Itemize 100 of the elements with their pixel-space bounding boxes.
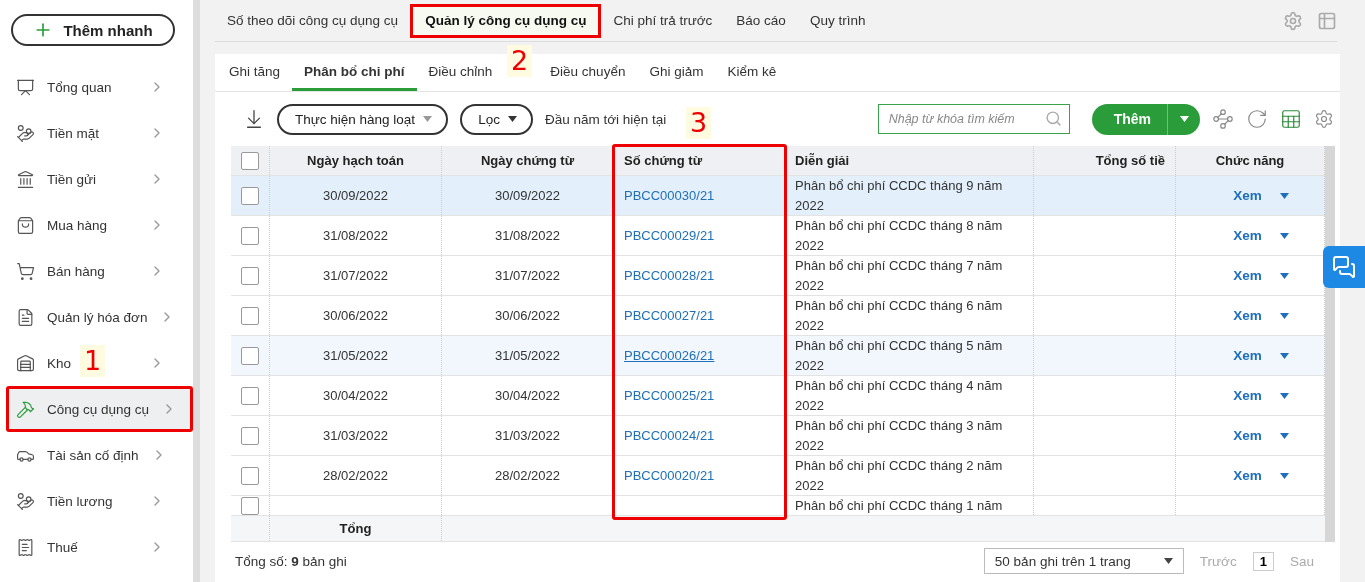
record-count: Tổng số: 9 bản ghi (235, 553, 347, 569)
settings-icon[interactable] (1283, 10, 1303, 31)
view-button[interactable]: Xem (1227, 267, 1295, 284)
table-row[interactable]: 30/09/2022 30/09/2022 PBCC00030/21 Phân bổ chi phí CCDC tháng 9 năm 2022 Xem (231, 176, 1325, 216)
spreadsheet-icon[interactable] (1280, 108, 1302, 130)
row-checkbox[interactable] (241, 496, 259, 515)
view-button[interactable]: Xem (1227, 307, 1295, 324)
presentation-board-icon (16, 77, 35, 97)
column-header: Diễn giải (795, 153, 850, 168)
view-button[interactable]: Xem (1227, 187, 1295, 204)
tab[interactable]: Quy trình (797, 3, 878, 38)
bank-icon (16, 169, 35, 189)
table-cell: 31/05/2022 (494, 348, 561, 363)
sidebar-item[interactable]: Mua hàng (47, 217, 108, 233)
table-cell-text: Phân bổ chi phí CCDC tháng 7 năm 2022 (795, 256, 1004, 295)
row-checkbox[interactable] (241, 466, 259, 485)
document-number-link[interactable]: PBCC00029/21 (624, 228, 715, 243)
row-checkbox[interactable] (241, 266, 259, 285)
document-number-link[interactable]: PBCC00020/21 (624, 468, 715, 483)
tab[interactable]: Quản lý công cụ dụng cụ (410, 3, 602, 38)
sidebar-item[interactable]: Tiền mặt (47, 125, 100, 141)
table-cell-text: Phân bổ chi phí CCDC tháng 6 năm 2022 (795, 296, 1004, 335)
column-header: Ngày chứng từ (480, 153, 575, 168)
table-row[interactable]: 30/04/2022 30/04/2022 PBCC00025/21 Phân bổ chi phí CCDC tháng 4 năm 2022 Xem (231, 376, 1325, 416)
view-button[interactable]: Xem (1227, 347, 1295, 364)
search-field[interactable]: Nhập từ khóa tìm kiếm (877, 104, 1070, 134)
document-number-link[interactable]: PBCC00024/21 (624, 428, 715, 443)
bulk-action-dropdown[interactable]: Thực hiện hàng loạt (277, 103, 449, 135)
table-cell: 30/06/2022 (322, 308, 389, 323)
chat-button[interactable] (1323, 246, 1365, 288)
filter-dropdown[interactable]: Lọc (460, 103, 533, 135)
document-number-link[interactable]: PBCC00028/21 (624, 268, 715, 283)
refresh-icon[interactable] (1246, 108, 1268, 130)
sidebar-item[interactable]: Tiền gửi (47, 171, 97, 187)
table-row[interactable]: Phân bổ chi phí CCDC tháng 1 năm (231, 496, 1325, 516)
document-number-link[interactable]: PBCC00030/21 (624, 188, 715, 203)
table-cell-text: Phân bổ chi phí CCDC tháng 2 năm 2022 (795, 456, 1004, 495)
page-number[interactable]: 1 (1252, 551, 1274, 571)
row-checkbox[interactable] (241, 306, 259, 325)
caret-icon (1279, 472, 1289, 479)
sidebar-item[interactable]: Quản lý hóa đơn (47, 309, 148, 325)
tab[interactable]: Chi phí trả trước (601, 3, 725, 38)
settings-icon[interactable] (1314, 109, 1334, 129)
table-cell-text: Phân bổ chi phí CCDC tháng 4 năm 2022 (795, 376, 1004, 415)
view-button[interactable]: Xem (1227, 227, 1295, 244)
sub-tab[interactable]: Phân bổ chi phí (292, 54, 417, 91)
sidebar-item[interactable]: Bán hàng (47, 263, 105, 279)
table-row[interactable]: 31/08/2022 31/08/2022 PBCC00029/21 Phân bổ chi phí CCDC tháng 8 năm 2022 Xem (231, 216, 1325, 256)
sidebar-item[interactable]: Tiền lương (47, 493, 113, 509)
row-checkbox[interactable] (241, 226, 259, 245)
quick-add-button[interactable]: Thêm nhanh (11, 14, 175, 46)
sidebar-item[interactable]: Công cụ dụng cụ (6, 386, 193, 432)
sub-tab[interactable]: Ghi giảm (637, 54, 716, 91)
row-checkbox[interactable] (241, 186, 259, 205)
table-cell: 30/04/2022 (322, 388, 389, 403)
document-number-link[interactable]: PBCC00027/21 (624, 308, 715, 323)
list-view-icon[interactable] (1317, 10, 1337, 31)
sidebar-item[interactable]: Tổng quan (47, 79, 112, 95)
sub-tab[interactable]: Điều chỉnh (416, 54, 505, 91)
table-cell: 30/06/2022 (494, 308, 561, 323)
table-row[interactable]: 28/02/2022 28/02/2022 PBCC00020/21 Phân bổ chi phí CCDC tháng 2 năm 2022 Xem (231, 456, 1325, 496)
callout-number: 3 (686, 107, 712, 139)
table-cell: 31/08/2022 (494, 228, 561, 243)
table-cell: 30/09/2022 (494, 188, 561, 203)
table-row[interactable]: 31/07/2022 31/07/2022 PBCC00028/21 Phân bổ chi phí CCDC tháng 7 năm 2022 Xem (231, 256, 1325, 296)
receipt-icon (16, 537, 35, 557)
table-row[interactable]: 31/03/2022 31/03/2022 PBCC00024/21 Phân bổ chi phí CCDC tháng 3 năm 2022 Xem (231, 416, 1325, 456)
sidebar-item[interactable]: Tài sản cố định (47, 447, 139, 463)
table-row[interactable]: 30/06/2022 30/06/2022 PBCC00027/21 Phân bổ chi phí CCDC tháng 6 năm 2022 Xem (231, 296, 1325, 336)
sidebar-item[interactable]: Thuế (47, 539, 78, 555)
view-button[interactable]: Xem (1227, 427, 1295, 444)
row-checkbox[interactable] (241, 426, 259, 445)
warehouse-icon (16, 353, 35, 373)
table-cell: 28/02/2022 (494, 468, 561, 483)
sidebar-item[interactable]: Kho (47, 355, 72, 371)
caret-icon (1279, 312, 1289, 319)
column-header: Tổng số tiề (1095, 153, 1165, 168)
document-number-link[interactable]: PBCC00025/21 (624, 388, 715, 403)
page-size-select[interactable]: 50 bản ghi trên 1 trang (983, 548, 1184, 574)
view-button[interactable]: Xem (1227, 387, 1295, 404)
sub-tab[interactable]: Điều chuyển (538, 54, 638, 91)
sub-tab[interactable]: Ghi tăng (217, 54, 293, 91)
row-checkbox[interactable] (241, 346, 259, 365)
tab[interactable]: Báo cáo (724, 3, 798, 38)
row-checkbox[interactable] (241, 386, 259, 405)
caret-icon (1279, 192, 1289, 199)
select-all-checkbox[interactable] (241, 151, 259, 170)
table-row[interactable]: 31/05/2022 31/05/2022 PBCC00026/21 Phân bổ chi phí CCDC tháng 5 năm 2022 Xem (231, 336, 1325, 376)
view-button[interactable]: Xem (1227, 467, 1295, 484)
document-icon (16, 307, 35, 327)
caret-icon (1279, 352, 1289, 359)
caret-icon (1279, 392, 1289, 399)
column-header: Chức năng (1215, 153, 1285, 168)
document-number-link[interactable]: PBCC00026/21 (624, 348, 715, 363)
table-cell-text: Phân bổ chi phí CCDC tháng 5 năm 2022 (795, 336, 1004, 375)
sub-tab[interactable]: Kiểm kê (715, 54, 789, 91)
cart-icon (16, 261, 35, 281)
column-header: Ngày hạch toán (307, 153, 404, 168)
caret-icon (1179, 116, 1189, 122)
tab[interactable]: Số theo dõi công cụ dụng cụ (215, 3, 411, 38)
